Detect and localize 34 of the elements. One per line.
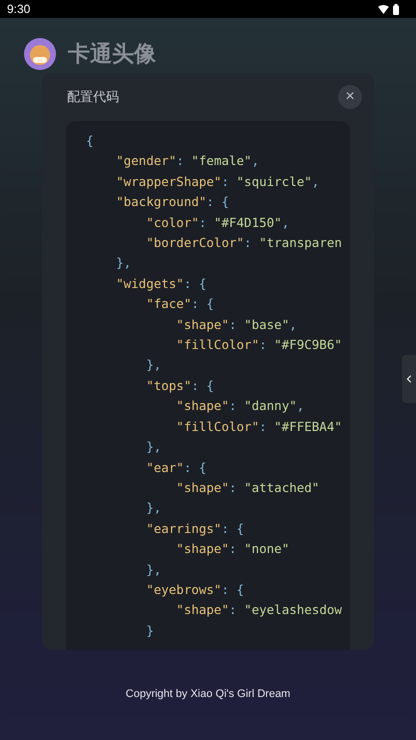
dialog-title: 配置代码 (67, 88, 119, 106)
code-line: }, (145, 560, 162, 579)
code-line: "background": { (115, 193, 229, 212)
code-line: "fillColor": "#F9C9B6" (175, 336, 342, 354)
code-line: "shape": "eyelashesdow (175, 601, 342, 620)
code-line: "face": { (145, 295, 214, 314)
code-line: "gender": "female", (115, 152, 260, 170)
code-line: "earrings": { (145, 520, 244, 538)
code-line: "shape": "danny", (175, 397, 304, 416)
avatar-icon (24, 38, 56, 70)
battery-icon (393, 4, 399, 14)
code-line: "color": "#F4D150", (145, 214, 290, 232)
code-line: }, (145, 499, 162, 518)
code-line: "widgets": { (115, 274, 206, 293)
code-line: }, (115, 254, 132, 272)
code-line: "shape": "base", (175, 316, 297, 334)
code-line: }, (145, 356, 162, 374)
copyright-text: Copyright by Xiao Qi's Girl Dream (126, 687, 290, 702)
code-line: } (145, 622, 154, 640)
code-line: }, (145, 438, 162, 456)
code-line: "shape": "attached" (175, 478, 320, 497)
close-button[interactable]: × (338, 85, 362, 109)
code-line: "borderColor": "transparen (145, 234, 342, 252)
code-line: "shape": "none" (175, 540, 290, 558)
code-line: "eyebrows": { (145, 580, 244, 599)
wifi-icon (378, 4, 389, 14)
side-tab[interactable] (402, 355, 416, 403)
page-title: 卡通头像 (68, 40, 156, 68)
code-line: "ear": { (145, 458, 206, 476)
code-line: { (86, 132, 94, 150)
code-line: "tops": { (145, 376, 214, 395)
status-time: 9:30 (7, 1, 30, 18)
code-line: "fillColor": "#FFEBA4" (175, 418, 342, 436)
code-line: "wrapperShape": "squircle", (115, 172, 320, 191)
